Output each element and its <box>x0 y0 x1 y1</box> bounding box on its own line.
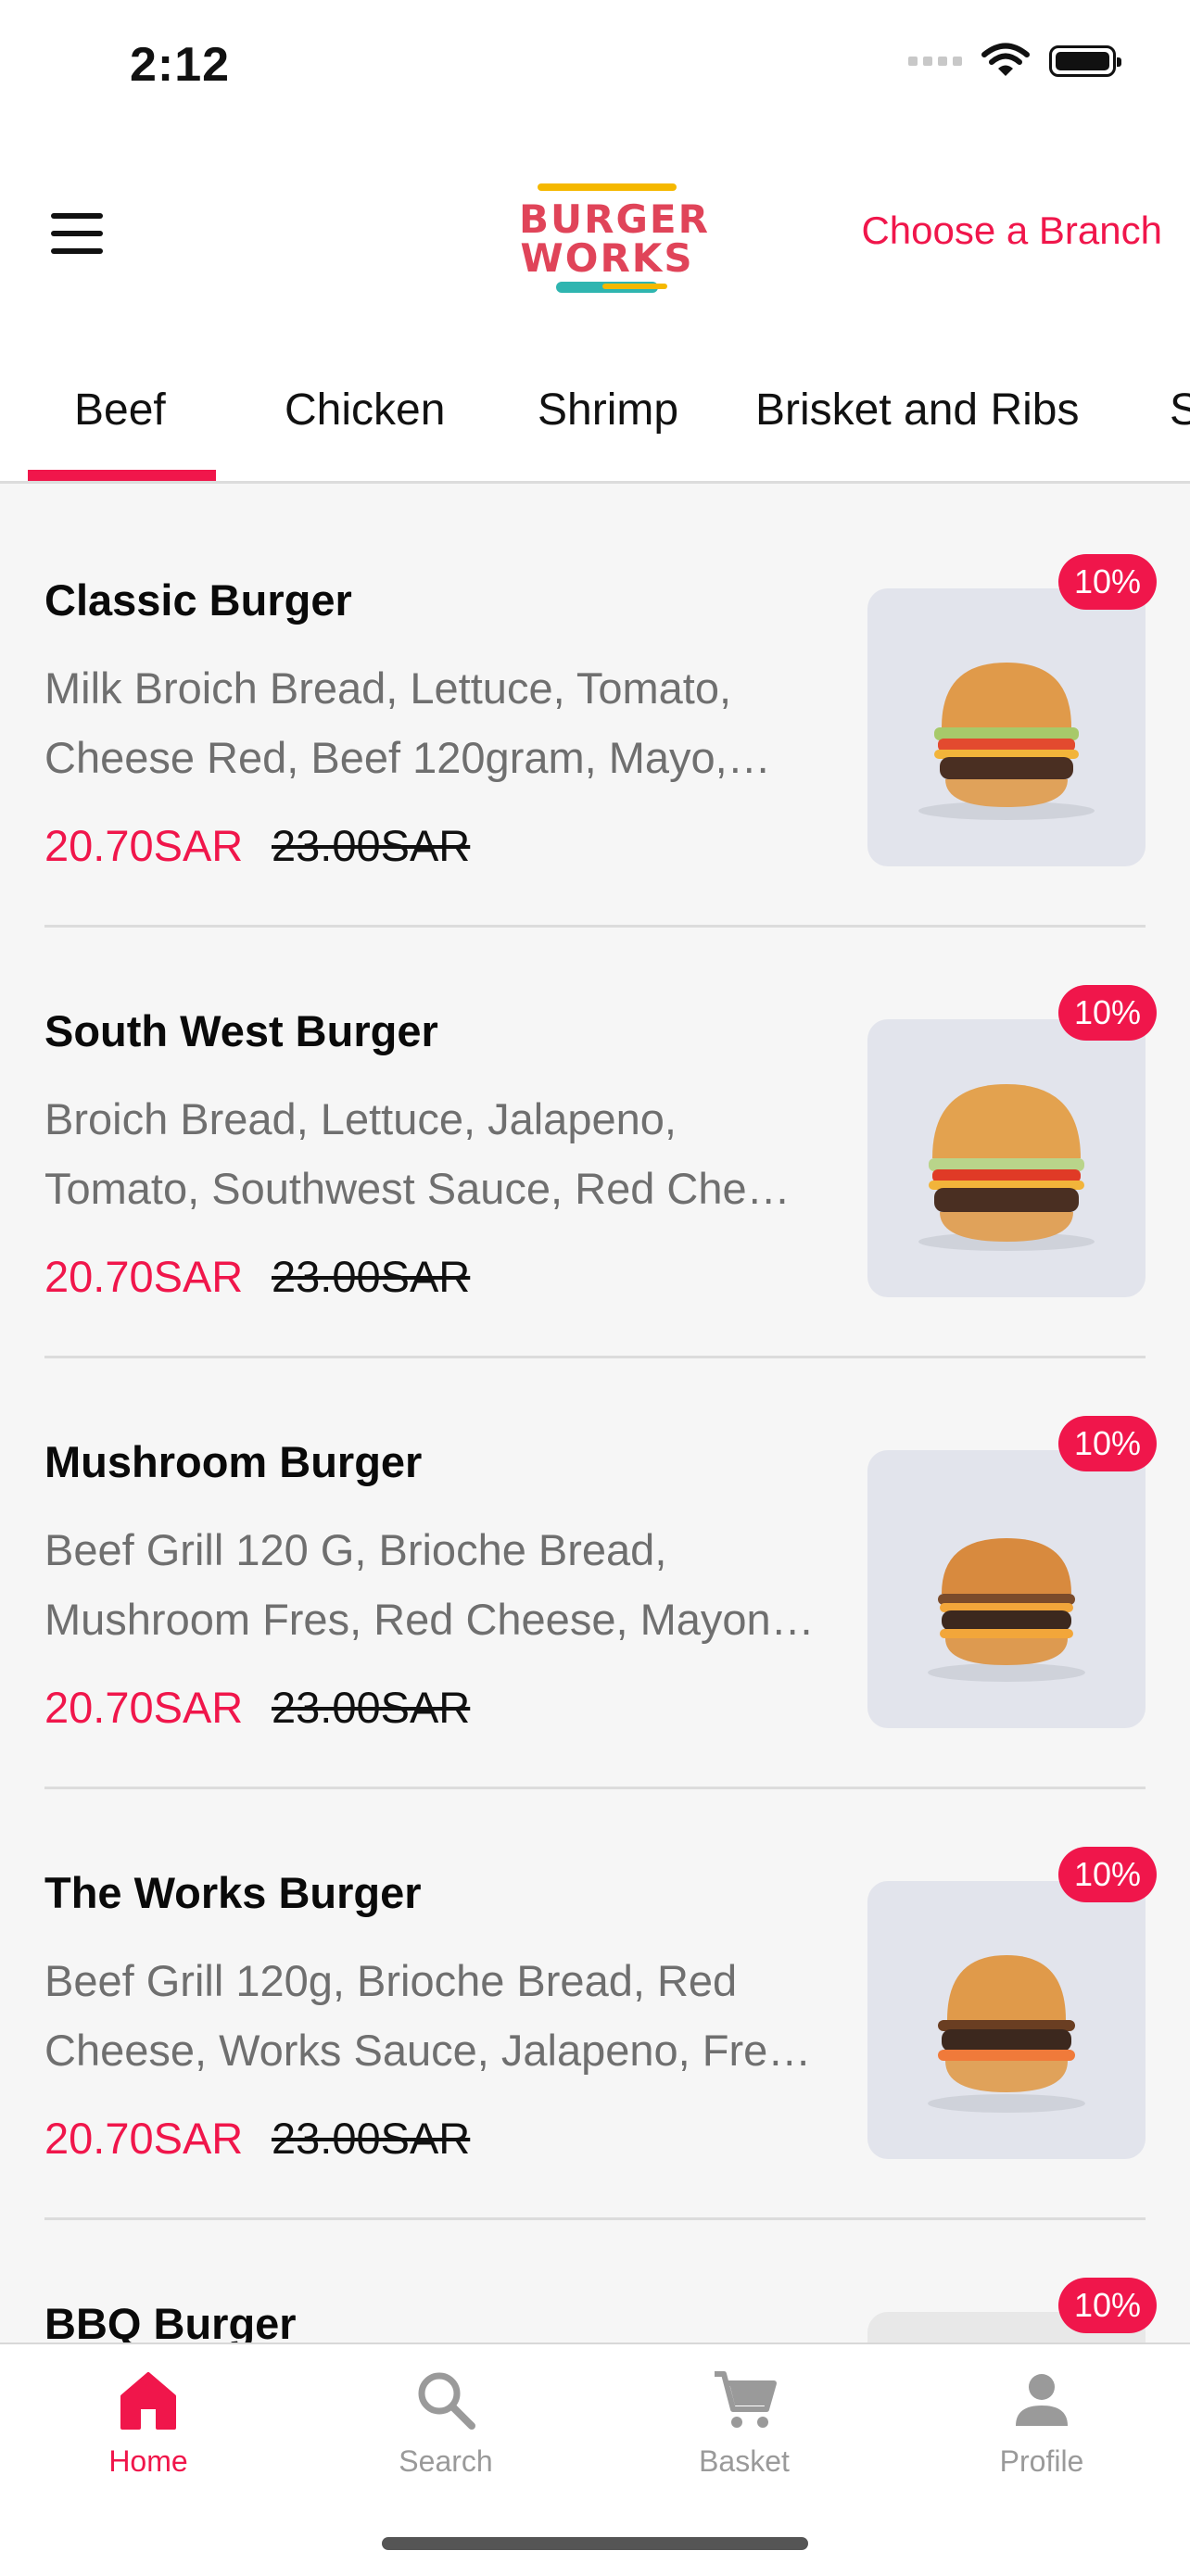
nav-search[interactable]: Search <box>353 2363 538 2479</box>
product-title: South West Burger <box>44 1006 438 1055</box>
nav-profile-label: Profile <box>999 2444 1084 2478</box>
burger-image <box>867 1881 1146 2159</box>
choose-branch-link[interactable]: Choose a Branch <box>861 208 1162 253</box>
brand-logo: BURGER WORKS <box>519 176 708 306</box>
battery-icon <box>1049 45 1121 77</box>
discount-badge: 10% <box>1058 1847 1157 1902</box>
original-price: 23.00SAR <box>272 821 471 870</box>
wifi-icon <box>981 43 1030 76</box>
burger-image <box>867 1450 1146 1728</box>
discount-badge: 10% <box>1058 985 1157 1041</box>
product-description: Beef Grill 120g, Brioche Bread, Red Chee… <box>44 1956 812 2075</box>
top-bar: 2:12 BURGER WORKS Choose a Branch Beef C… <box>0 0 1190 484</box>
product-list: Classic Burger Milk Broich Bread, Lettuc… <box>0 482 1190 2342</box>
discount-badge: 10% <box>1058 2278 1157 2333</box>
discount-badge: 10% <box>1058 554 1157 610</box>
profile-icon <box>1016 2374 1068 2426</box>
original-price: 23.00SAR <box>272 2114 471 2163</box>
original-price: 23.00SAR <box>272 1252 471 1301</box>
nav-home-label: Home <box>108 2444 188 2478</box>
product-description: Beef Grill 120 G, Brioche Bread, Mushroo… <box>44 1525 815 1644</box>
tab-brisket-and-ribs[interactable]: Brisket and Ribs <box>755 385 1079 436</box>
home-indicator <box>382 2537 808 2550</box>
nav-profile[interactable]: Profile <box>949 2363 1134 2479</box>
product-title: Mushroom Burger <box>44 1437 423 1486</box>
discount-badge: 10% <box>1058 1416 1157 1471</box>
menu-icon[interactable] <box>51 213 103 254</box>
tab-next-partial[interactable]: S <box>1170 385 1190 436</box>
signal-icon <box>908 57 962 66</box>
nav-home[interactable]: Home <box>56 2363 241 2479</box>
search-icon <box>418 2372 475 2430</box>
status-icons <box>908 43 1121 80</box>
original-price: 23.00SAR <box>272 1683 471 1732</box>
product-card[interactable]: South West Burger Broich Bread, Lettuce,… <box>0 913 1190 1358</box>
status-time: 2:12 <box>130 38 231 92</box>
product-card[interactable]: BBQ Burger 10% <box>0 2205 1190 2342</box>
nav-basket-label: Basket <box>699 2444 790 2478</box>
nav-search-label: Search <box>399 2444 493 2478</box>
cart-icon <box>715 2371 777 2428</box>
tab-shrimp[interactable]: Shrimp <box>538 385 678 436</box>
tab-beef[interactable]: Beef <box>74 385 166 436</box>
home-icon <box>120 2372 176 2430</box>
discount-price: 20.70SAR <box>44 2114 244 2163</box>
product-title: BBQ Burger <box>44 2299 297 2342</box>
burger-image <box>867 588 1146 866</box>
tab-chicken[interactable]: Chicken <box>285 385 445 436</box>
product-description: Milk Broich Bread, Lettuce, Tomato, Chee… <box>44 663 771 782</box>
product-title: The Works Burger <box>44 1868 422 1917</box>
product-card[interactable]: The Works Burger Beef Grill 120g, Brioch… <box>0 1774 1190 2220</box>
discount-price: 20.70SAR <box>44 821 244 870</box>
active-tab-indicator <box>28 470 216 481</box>
product-title: Classic Burger <box>44 575 352 625</box>
product-description: Broich Bread, Lettuce, Jalapeno, Tomato,… <box>44 1094 791 1213</box>
nav-basket[interactable]: Basket <box>652 2363 837 2479</box>
product-card[interactable]: Classic Burger Milk Broich Bread, Lettuc… <box>0 482 1190 928</box>
burger-image <box>867 1019 1146 1297</box>
discount-price: 20.70SAR <box>44 1252 244 1301</box>
discount-price: 20.70SAR <box>44 1683 244 1732</box>
product-card[interactable]: Mushroom Burger Beef Grill 120 G, Brioch… <box>0 1344 1190 1789</box>
category-tabs: Beef Chicken Shrimp Brisket and Ribs S <box>0 357 1190 484</box>
